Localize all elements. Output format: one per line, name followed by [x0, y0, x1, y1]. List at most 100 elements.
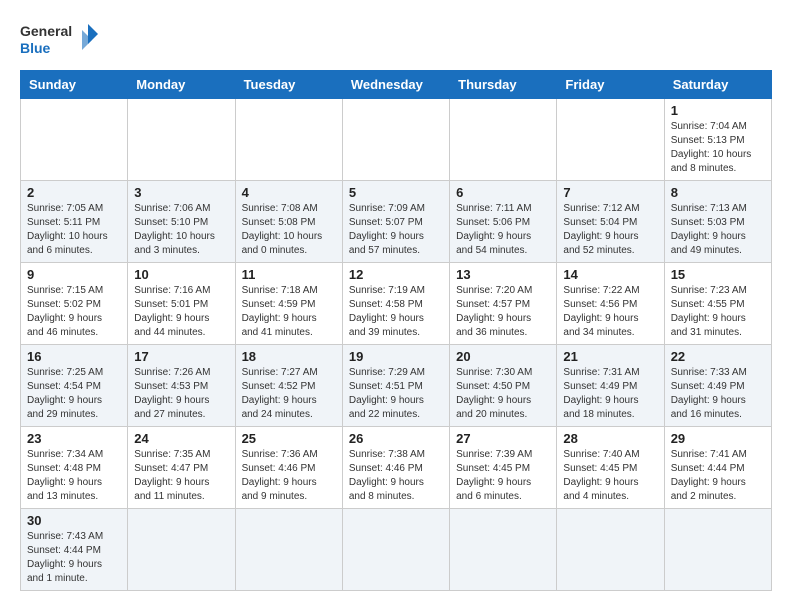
calendar-cell: 13 Sunrise: 7:20 AM Sunset: 4:57 PM Dayli…	[450, 263, 557, 345]
day-number: 17	[134, 349, 228, 364]
calendar-cell: 16 Sunrise: 7:25 AM Sunset: 4:54 PM Dayli…	[21, 345, 128, 427]
day-number: 27	[456, 431, 550, 446]
calendar-cell	[450, 99, 557, 181]
calendar-cell: 10 Sunrise: 7:16 AM Sunset: 5:01 PM Dayli…	[128, 263, 235, 345]
day-info: Sunrise: 7:29 AM Sunset: 4:51 PM Dayligh…	[349, 366, 443, 422]
day-info: Sunrise: 7:20 AM Sunset: 4:57 PM Dayligh…	[456, 284, 550, 340]
day-info: Sunrise: 7:41 AM Sunset: 4:44 PM Dayligh…	[671, 448, 765, 504]
day-info: Sunrise: 7:15 AM Sunset: 5:02 PM Dayligh…	[27, 284, 121, 340]
calendar-cell: 8Sunrise: 7:13 AM Sunset: 5:03 PM Daylig…	[664, 181, 771, 263]
day-info: Sunrise: 7:36 AM Sunset: 4:46 PM Dayligh…	[242, 448, 336, 504]
day-info: Sunrise: 7:38 AM Sunset: 4:46 PM Dayligh…	[349, 448, 443, 504]
calendar-cell: 25Sunrise: 7:36 AM Sunset: 4:46 PM Dayli…	[235, 427, 342, 509]
day-number: 30	[27, 513, 121, 528]
day-number: 6	[456, 185, 550, 200]
day-info: Sunrise: 7:26 AM Sunset: 4:53 PM Dayligh…	[134, 366, 228, 422]
day-number: 23	[27, 431, 121, 446]
day-info: Sunrise: 7:34 AM Sunset: 4:48 PM Dayligh…	[27, 448, 121, 504]
calendar-cell: 30 Sunrise: 7:43 AM Sunset: 4:44 PM Dayli…	[21, 509, 128, 591]
calendar-cell	[235, 509, 342, 591]
day-info: Sunrise: 7:22 AM Sunset: 4:56 PM Dayligh…	[563, 284, 657, 340]
calendar-week-row: 16 Sunrise: 7:25 AM Sunset: 4:54 PM Dayli…	[21, 345, 772, 427]
calendar-cell: 14 Sunrise: 7:22 AM Sunset: 4:56 PM Dayli…	[557, 263, 664, 345]
calendar-week-row: 1 Sunrise: 7:04 AM Sunset: 5:13 PM Daylig…	[21, 99, 772, 181]
calendar-cell: 18Sunrise: 7:27 AM Sunset: 4:52 PM Dayli…	[235, 345, 342, 427]
day-number: 18	[242, 349, 336, 364]
day-info: Sunrise: 7:16 AM Sunset: 5:01 PM Dayligh…	[134, 284, 228, 340]
day-number: 7	[563, 185, 657, 200]
calendar-cell: 7 Sunrise: 7:12 AM Sunset: 5:04 PM Daylig…	[557, 181, 664, 263]
day-info: Sunrise: 7:43 AM Sunset: 4:44 PM Dayligh…	[27, 530, 121, 586]
day-info: Sunrise: 7:35 AM Sunset: 4:47 PM Dayligh…	[134, 448, 228, 504]
day-number: 2	[27, 185, 121, 200]
day-number: 26	[349, 431, 443, 446]
day-number: 16	[27, 349, 121, 364]
calendar-cell: 4 Sunrise: 7:08 AM Sunset: 5:08 PM Daylig…	[235, 181, 342, 263]
day-number: 4	[242, 185, 336, 200]
day-number: 12	[349, 267, 443, 282]
day-number: 14	[563, 267, 657, 282]
calendar-cell	[235, 99, 342, 181]
day-info: Sunrise: 7:31 AM Sunset: 4:49 PM Dayligh…	[563, 366, 657, 422]
day-info: Sunrise: 7:13 AM Sunset: 5:03 PM Dayligh…	[671, 202, 765, 258]
calendar-week-row: 2Sunrise: 7:05 AM Sunset: 5:11 PM Daylig…	[21, 181, 772, 263]
day-number: 1	[671, 103, 765, 118]
day-header-saturday: Saturday	[664, 71, 771, 99]
day-header-monday: Monday	[128, 71, 235, 99]
calendar-cell: 20 Sunrise: 7:30 AM Sunset: 4:50 PM Dayli…	[450, 345, 557, 427]
calendar-table: SundayMondayTuesdayWednesdayThursdayFrid…	[20, 70, 772, 591]
day-number: 9	[27, 267, 121, 282]
day-header-wednesday: Wednesday	[342, 71, 449, 99]
day-info: Sunrise: 7:33 AM Sunset: 4:49 PM Dayligh…	[671, 366, 765, 422]
calendar-week-row: 9 Sunrise: 7:15 AM Sunset: 5:02 PM Daylig…	[21, 263, 772, 345]
calendar-cell	[342, 509, 449, 591]
day-number: 11	[242, 267, 336, 282]
day-number: 5	[349, 185, 443, 200]
calendar-cell: 28Sunrise: 7:40 AM Sunset: 4:45 PM Dayli…	[557, 427, 664, 509]
calendar-cell: 11 Sunrise: 7:18 AM Sunset: 4:59 PM Dayli…	[235, 263, 342, 345]
day-info: Sunrise: 7:04 AM Sunset: 5:13 PM Dayligh…	[671, 120, 765, 176]
calendar-cell: 21 Sunrise: 7:31 AM Sunset: 4:49 PM Dayli…	[557, 345, 664, 427]
calendar-cell	[557, 99, 664, 181]
calendar-cell: 24Sunrise: 7:35 AM Sunset: 4:47 PM Dayli…	[128, 427, 235, 509]
calendar-cell	[342, 99, 449, 181]
calendar-cell	[557, 509, 664, 591]
day-number: 20	[456, 349, 550, 364]
day-info: Sunrise: 7:40 AM Sunset: 4:45 PM Dayligh…	[563, 448, 657, 504]
calendar-cell: 6 Sunrise: 7:11 AM Sunset: 5:06 PM Daylig…	[450, 181, 557, 263]
day-number: 10	[134, 267, 228, 282]
day-info: Sunrise: 7:39 AM Sunset: 4:45 PM Dayligh…	[456, 448, 550, 504]
day-info: Sunrise: 7:08 AM Sunset: 5:08 PM Dayligh…	[242, 202, 336, 258]
calendar-cell	[128, 509, 235, 591]
calendar-cell: 9 Sunrise: 7:15 AM Sunset: 5:02 PM Daylig…	[21, 263, 128, 345]
day-info: Sunrise: 7:12 AM Sunset: 5:04 PM Dayligh…	[563, 202, 657, 258]
svg-text:General: General	[20, 23, 72, 39]
calendar-cell: 1 Sunrise: 7:04 AM Sunset: 5:13 PM Daylig…	[664, 99, 771, 181]
calendar-cell	[21, 99, 128, 181]
day-number: 13	[456, 267, 550, 282]
calendar-cell: 23 Sunrise: 7:34 AM Sunset: 4:48 PM Dayli…	[21, 427, 128, 509]
svg-text:Blue: Blue	[20, 40, 51, 56]
day-info: Sunrise: 7:11 AM Sunset: 5:06 PM Dayligh…	[456, 202, 550, 258]
day-number: 19	[349, 349, 443, 364]
day-header-sunday: Sunday	[21, 71, 128, 99]
day-info: Sunrise: 7:06 AM Sunset: 5:10 PM Dayligh…	[134, 202, 228, 258]
day-number: 22	[671, 349, 765, 364]
calendar-cell	[664, 509, 771, 591]
day-info: Sunrise: 7:25 AM Sunset: 4:54 PM Dayligh…	[27, 366, 121, 422]
calendar-cell: 2Sunrise: 7:05 AM Sunset: 5:11 PM Daylig…	[21, 181, 128, 263]
calendar-cell: 27 Sunrise: 7:39 AM Sunset: 4:45 PM Dayli…	[450, 427, 557, 509]
day-info: Sunrise: 7:18 AM Sunset: 4:59 PM Dayligh…	[242, 284, 336, 340]
calendar-cell	[450, 509, 557, 591]
day-info: Sunrise: 7:09 AM Sunset: 5:07 PM Dayligh…	[349, 202, 443, 258]
day-number: 21	[563, 349, 657, 364]
calendar-cell: 12Sunrise: 7:19 AM Sunset: 4:58 PM Dayli…	[342, 263, 449, 345]
logo-svg: General Blue	[20, 20, 100, 60]
calendar-cell: 26 Sunrise: 7:38 AM Sunset: 4:46 PM Dayli…	[342, 427, 449, 509]
calendar-header-row: SundayMondayTuesdayWednesdayThursdayFrid…	[21, 71, 772, 99]
calendar-cell: 3 Sunrise: 7:06 AM Sunset: 5:10 PM Daylig…	[128, 181, 235, 263]
day-info: Sunrise: 7:30 AM Sunset: 4:50 PM Dayligh…	[456, 366, 550, 422]
calendar-cell: 29Sunrise: 7:41 AM Sunset: 4:44 PM Dayli…	[664, 427, 771, 509]
calendar-cell	[128, 99, 235, 181]
day-number: 3	[134, 185, 228, 200]
